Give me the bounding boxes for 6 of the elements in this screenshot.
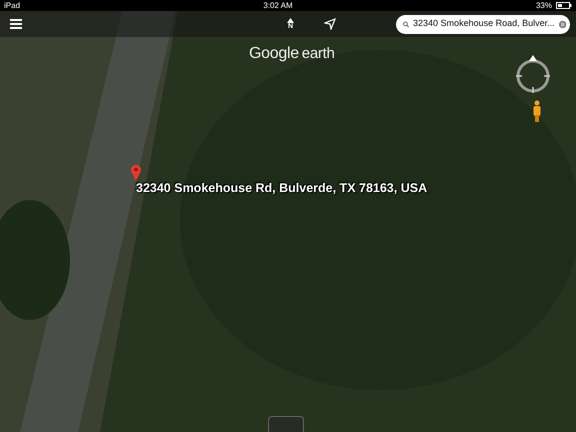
device-name: iPad [4, 0, 20, 11]
battery-percent: 33% [536, 0, 552, 11]
clock-time: 3:02 AM [263, 0, 293, 11]
placemark-label: 32340 Smokehouse Rd, Bulverde, TX 78163, USA [136, 180, 428, 197]
search-field[interactable]: 32340 Smokehouse Road, Bulver... [396, 14, 570, 34]
app-logo: Google earth [249, 44, 334, 64]
